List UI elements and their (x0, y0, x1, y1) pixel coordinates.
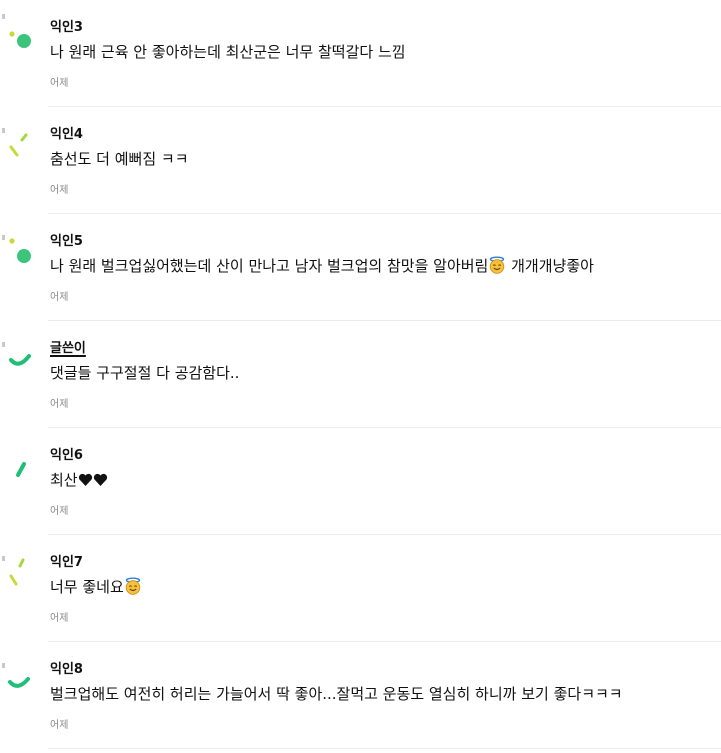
comment-timestamp: 어제 (50, 185, 69, 196)
comment-text-main: 너무 좋네요 (50, 578, 124, 596)
comment-timestamp: 어제 (50, 399, 69, 410)
comment-text-main: 최산 (50, 471, 78, 489)
comment-text-tail: 개개개냥좋아 (506, 257, 594, 275)
comment-timestamp: 어제 (50, 720, 69, 731)
comment-text: 댓글들 구구절절 다 공감함다.. (50, 362, 721, 384)
bar-avatar-icon[interactable] (0, 428, 40, 488)
comment-body: 글쓴이 댓글들 구구절절 다 공감함다.. 어제 (50, 337, 721, 412)
dash-avatar-icon[interactable] (0, 535, 40, 595)
smiling-face-with-halo-icon (490, 256, 505, 274)
dots-avatar-icon[interactable] (0, 214, 40, 274)
comment-author[interactable]: 익인4 (50, 126, 83, 144)
comment-list: 익인3 나 원래 근육 안 좋아하는데 최산군은 너무 찰떡갈다 느낌 어제 익… (0, 0, 721, 753)
comment-divider (48, 748, 721, 749)
arc-avatar-icon[interactable] (0, 321, 40, 381)
comment-body: 익인6 최산 어제 (50, 444, 721, 519)
comment-author[interactable]: 익인3 (50, 19, 83, 37)
comment-text: 나 원래 근육 안 좋아하는데 최산군은 너무 찰떡갈다 느낌 (50, 41, 721, 63)
comment-text-main: 춤선도 더 예뻐짐 ㅋㅋ (50, 150, 189, 168)
comment-text-main: 나 원래 근육 안 좋아하는데 최산군은 너무 찰떡갈다 느낌 (50, 43, 406, 61)
comment-text: 춤선도 더 예뻐짐 ㅋㅋ (50, 148, 721, 170)
comment-author[interactable]: 익인5 (50, 233, 83, 251)
dash-avatar-icon[interactable] (0, 107, 40, 167)
comment-text-main: 나 원래 벌크업싫어했는데 산이 만나고 남자 벌크업의 참맛을 알아버림 (50, 257, 489, 275)
comment-text-main: 벌크업해도 여전히 허리는 가늘어서 딱 좋아...잘먹고 운동도 열심히 하니… (50, 685, 623, 703)
comment-item: 익인4 춤선도 더 예뻐짐 ㅋㅋ 어제 (0, 107, 721, 214)
comment-text: 최산 (50, 469, 721, 491)
comment-item: 익인6 최산 어제 (0, 428, 721, 535)
comment-timestamp: 어제 (50, 613, 69, 624)
comment-text: 벌크업해도 여전히 허리는 가늘어서 딱 좋아...잘먹고 운동도 열심히 하니… (50, 683, 721, 705)
comment-timestamp: 어제 (50, 292, 69, 303)
comment-item: 글쓴이 댓글들 구구절절 다 공감함다.. 어제 (0, 321, 721, 428)
comment-body: 익인8 벌크업해도 여전히 허리는 가늘어서 딱 좋아...잘먹고 운동도 열심… (50, 658, 721, 733)
comment-author[interactable]: 익인8 (50, 661, 83, 679)
smiling-face-with-halo-icon (125, 577, 140, 595)
comment-author[interactable]: 익인6 (50, 447, 83, 465)
comment-text: 너무 좋네요 (50, 576, 721, 598)
comment-author-writer[interactable]: 글쓴이 (50, 340, 86, 358)
comment-body: 익인4 춤선도 더 예뻐짐 ㅋㅋ 어제 (50, 123, 721, 198)
comment-body: 익인5 나 원래 벌크업싫어했는데 산이 만나고 남자 벌크업의 참맛을 알아버… (50, 230, 721, 305)
comment-text-main: 댓글들 구구절절 다 공감함다.. (50, 364, 240, 382)
comment-author[interactable]: 익인7 (50, 554, 83, 572)
black-hearts-icon (78, 473, 107, 486)
comment-timestamp: 어제 (50, 506, 69, 517)
comment-body: 익인7 너무 좋네요 어제 (50, 551, 721, 626)
comment-body: 익인3 나 원래 근육 안 좋아하는데 최산군은 너무 찰떡갈다 느낌 어제 (50, 16, 721, 91)
comment-timestamp: 어제 (50, 78, 69, 89)
comment-item: 익인3 나 원래 근육 안 좋아하는데 최산군은 너무 찰떡갈다 느낌 어제 (0, 0, 721, 107)
comment-text: 나 원래 벌크업싫어했는데 산이 만나고 남자 벌크업의 참맛을 알아버림 개개… (50, 255, 721, 277)
dots-avatar-icon[interactable] (0, 0, 40, 60)
arc-avatar-icon[interactable] (0, 642, 40, 702)
comment-item: 익인7 너무 좋네요 어제 (0, 535, 721, 642)
comment-item: 익인8 벌크업해도 여전히 허리는 가늘어서 딱 좋아...잘먹고 운동도 열심… (0, 642, 721, 749)
comment-item: 익인5 나 원래 벌크업싫어했는데 산이 만나고 남자 벌크업의 참맛을 알아버… (0, 214, 721, 321)
